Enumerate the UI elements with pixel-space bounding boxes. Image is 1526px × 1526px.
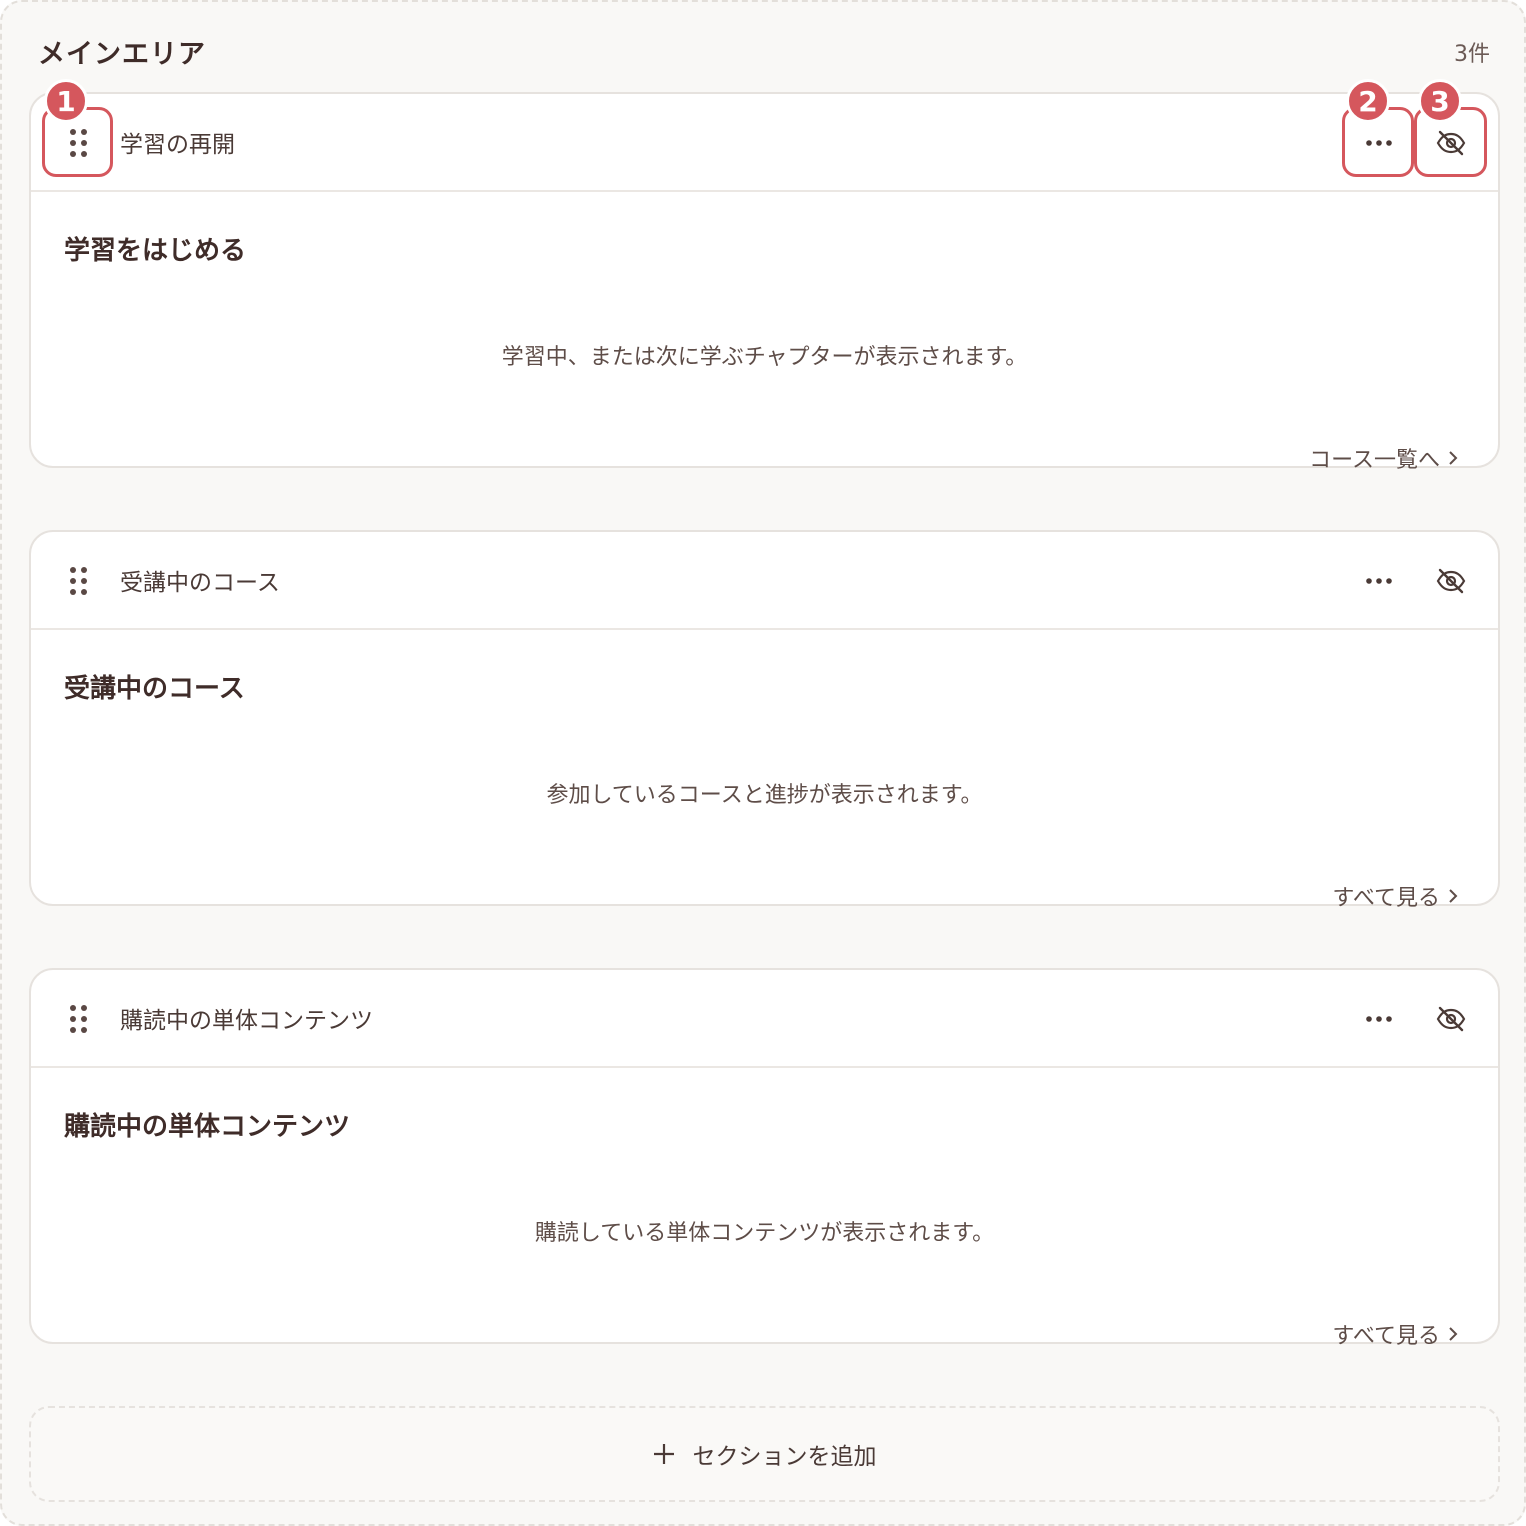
plus-icon: [653, 1444, 674, 1464]
main-area-panel: メインエリア 3件 学習の再開 学習をはじめる 学習中、または次に学ぶチャプター…: [0, 0, 1526, 1526]
eye-off-icon: [1436, 1006, 1466, 1032]
course-list-link[interactable]: コース一覧へ: [1309, 442, 1458, 474]
link-label: すべて見る: [1332, 1324, 1440, 1349]
link-label: コース一覧へ: [1309, 448, 1440, 473]
toggle-visibility-button[interactable]: [1425, 560, 1477, 602]
section-card-resume: 学習の再開 学習をはじめる 学習中、または次に学ぶチャプターが表示されます。 コ…: [29, 92, 1500, 473]
see-all-link[interactable]: すべて見る: [1332, 880, 1458, 912]
more-horizontal-icon: [1366, 1016, 1392, 1022]
content-title: 学習をはじめる: [64, 236, 247, 266]
more-options-button[interactable]: [1353, 1000, 1405, 1038]
section-count: 3件: [1454, 42, 1490, 67]
more-horizontal-icon: [1366, 578, 1392, 584]
section-name: 購読中の単体コンテンツ: [120, 1008, 373, 1034]
content-description: 購読している単体コンテンツが表示されます。: [534, 1221, 995, 1246]
area-title: メインエリア: [38, 39, 206, 70]
add-section-button[interactable]: セクションを追加: [29, 1406, 1500, 1502]
chevron-right-icon: [1449, 451, 1458, 465]
content-description: 学習中、または次に学ぶチャプターが表示されます。: [501, 345, 1028, 370]
section-card-header: 受講中のコース: [31, 532, 1498, 630]
drag-handle-icon[interactable]: [68, 1005, 90, 1033]
section-card-enrolled-courses: 受講中のコース 受講中のコース 参加しているコースと進捗が表示されます。 すべて…: [29, 530, 1500, 911]
section-card-header: 学習の再開: [31, 94, 1498, 192]
section-card-header: 購読中の単体コンテンツ: [31, 970, 1498, 1068]
callout-badge-3: 3: [1418, 79, 1462, 123]
add-section-label: セクションを追加: [692, 1444, 877, 1470]
drag-handle-icon[interactable]: [68, 567, 90, 595]
chevron-right-icon: [1449, 889, 1458, 903]
content-title: 購読中の単体コンテンツ: [64, 1112, 351, 1142]
chevron-right-icon: [1449, 1327, 1458, 1341]
section-name: 学習の再開: [120, 132, 235, 158]
toggle-visibility-button[interactable]: [1425, 998, 1477, 1040]
content-title: 受講中のコース: [64, 674, 245, 704]
eye-off-icon: [1436, 568, 1466, 594]
callout-badge-2: 2: [1346, 79, 1390, 123]
section-card-subscribed-content: 購読中の単体コンテンツ 購読中の単体コンテンツ 購読している単体コンテンツが表示…: [29, 968, 1500, 1349]
callout-badge-1: 1: [44, 79, 88, 123]
section-name: 受講中のコース: [120, 570, 280, 596]
more-options-button[interactable]: [1353, 562, 1405, 600]
link-label: すべて見る: [1332, 886, 1440, 911]
content-description: 参加しているコースと進捗が表示されます。: [546, 783, 983, 808]
see-all-link[interactable]: すべて見る: [1332, 1318, 1458, 1350]
